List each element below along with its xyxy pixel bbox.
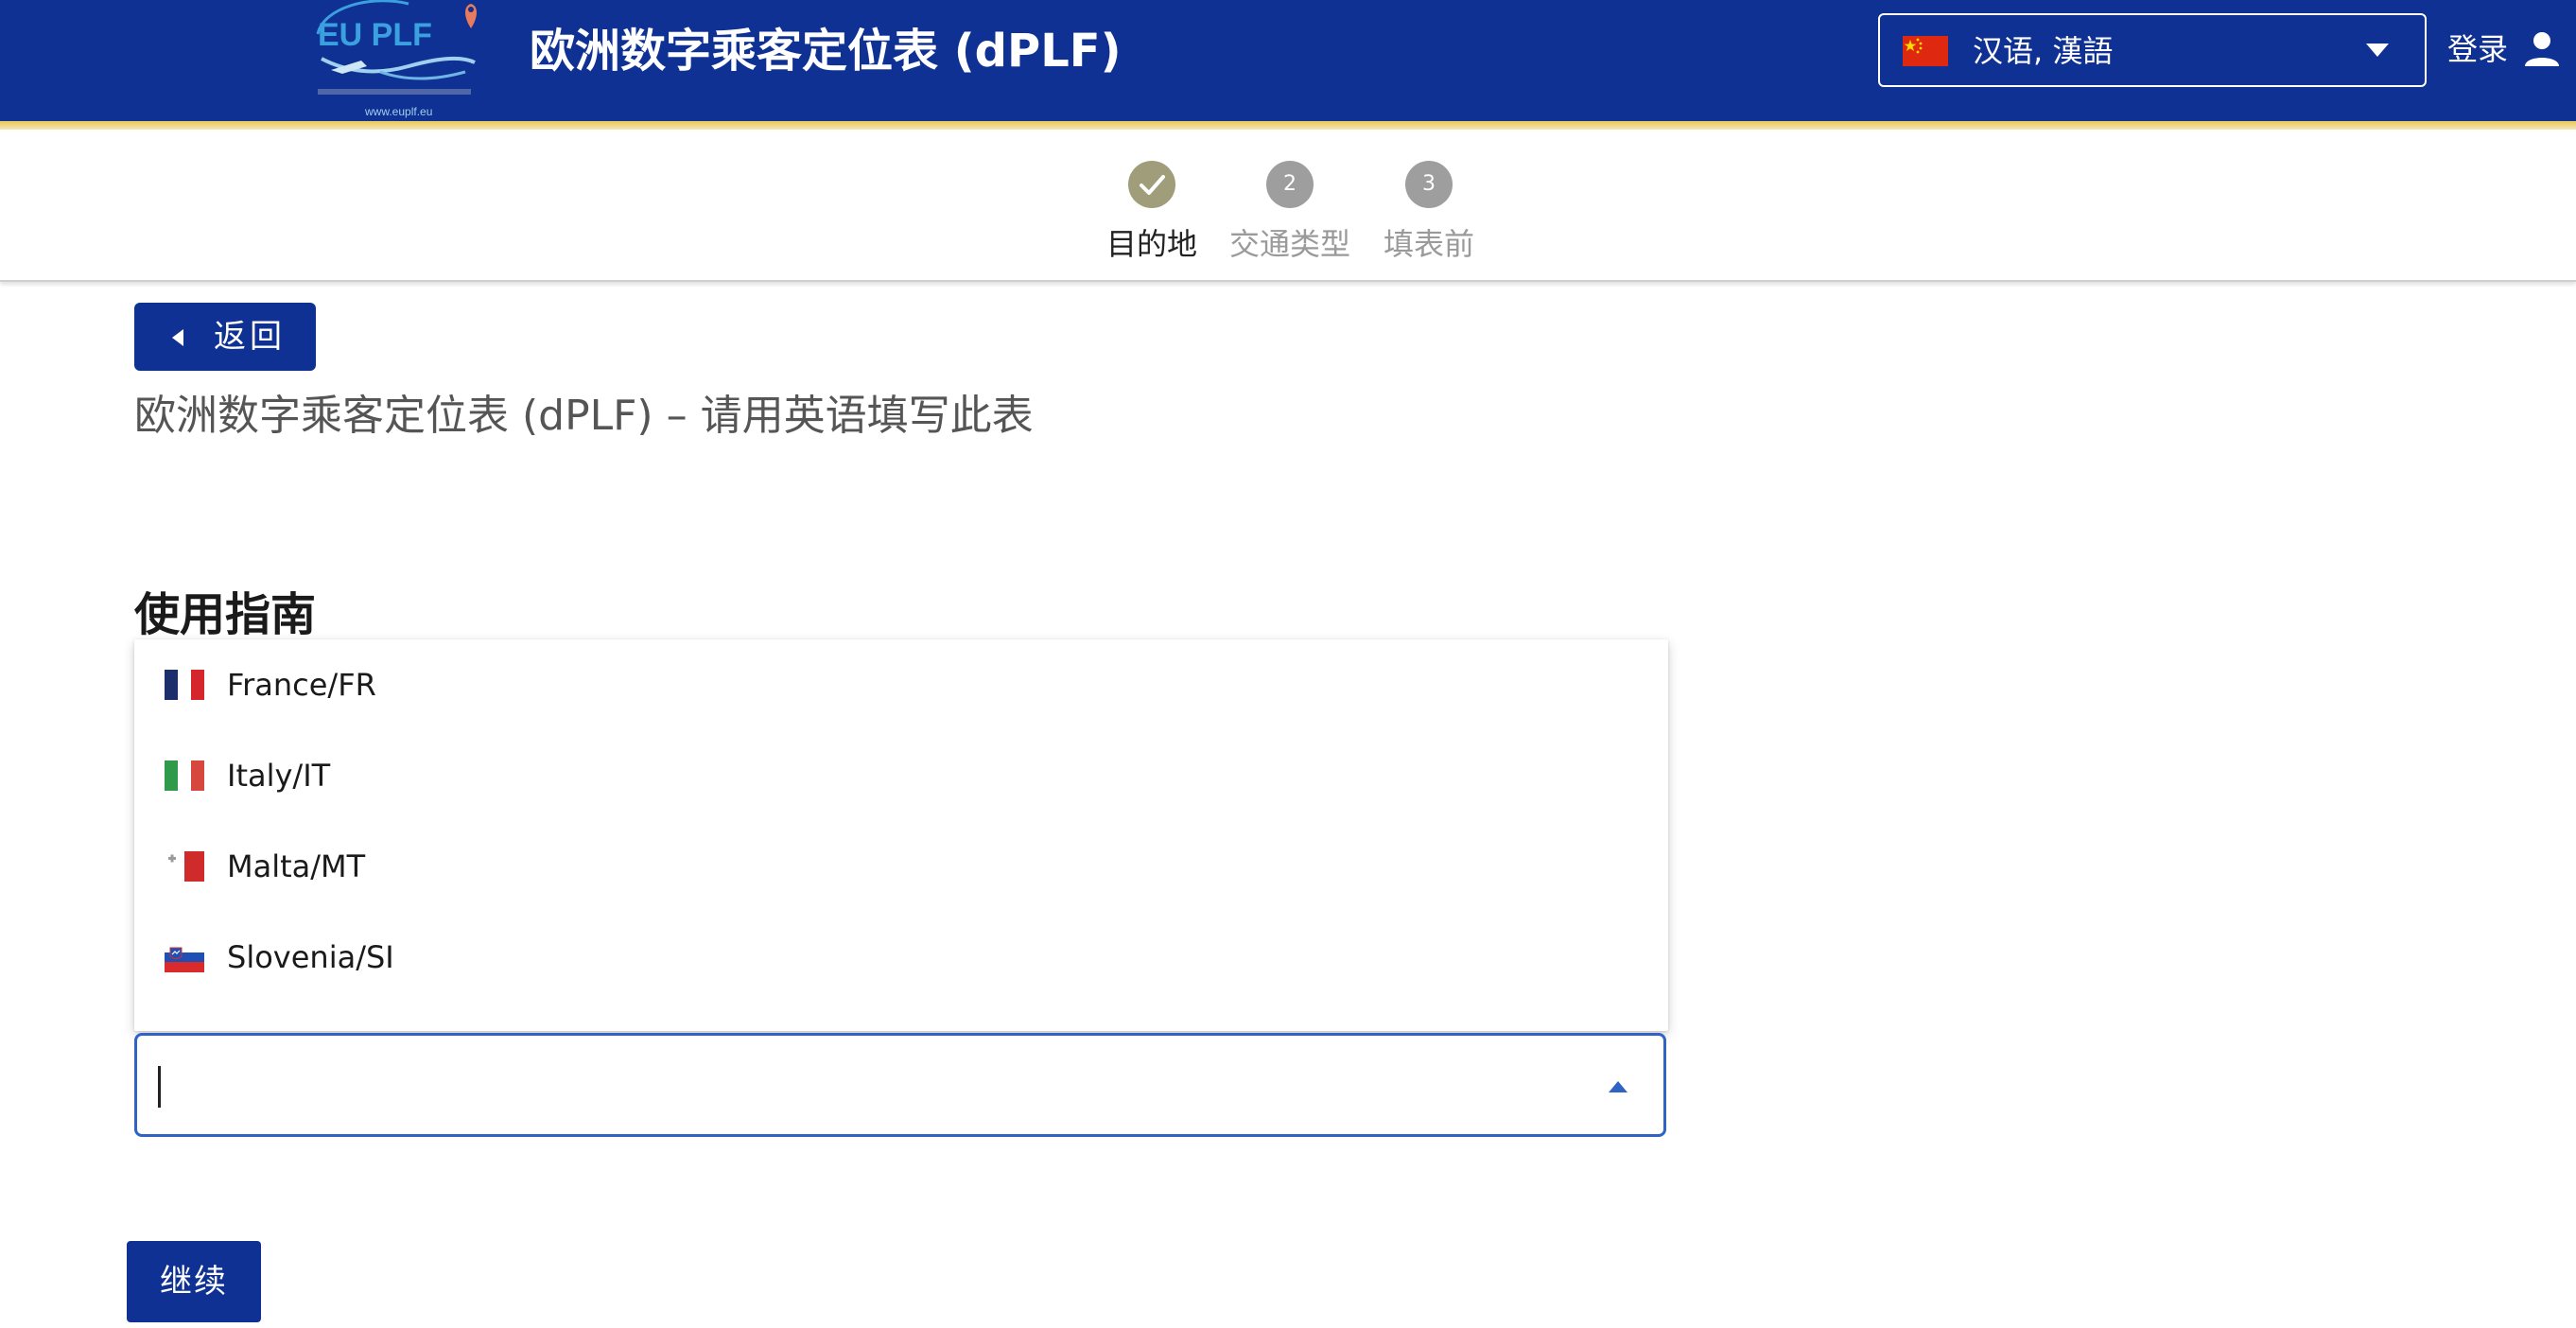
app-root: EU PLF www.euplf.eu 欧洲数字乘客定位表 (dPLF) 汉语,…	[0, 0, 2576, 1328]
country-select-input[interactable]	[134, 1033, 1666, 1137]
step-completed-circle	[1128, 161, 1175, 208]
continue-button-label: 继续	[160, 1263, 228, 1301]
malta-flag-icon	[165, 851, 204, 882]
language-selected-label: 汉语, 漢語	[1973, 33, 2114, 69]
step-transport-type: 2 交通类型	[1219, 161, 1361, 265]
continue-button[interactable]: 继续	[127, 1241, 261, 1322]
slovenia-flag-icon	[165, 942, 204, 972]
section-heading: 使用指南	[134, 588, 317, 641]
step-before-form: 3 填表前	[1358, 161, 1500, 265]
language-select[interactable]: 汉语, 漢語	[1878, 13, 2427, 87]
step-label: 交通类型	[1228, 226, 1350, 262]
china-flag-icon	[1903, 36, 1948, 66]
svg-text:EU PLF: EU PLF	[318, 17, 432, 53]
app-title: 欧洲数字乘客定位表 (dPLF)	[530, 25, 1122, 78]
country-option-slovenia[interactable]: Slovenia/SI	[134, 912, 1668, 1003]
step-number-circle: 2	[1266, 161, 1314, 208]
checkmark-icon	[1140, 175, 1165, 195]
header-accent-stripe	[0, 121, 2576, 130]
svg-text:www.euplf.eu: www.euplf.eu	[364, 105, 432, 118]
country-option-france[interactable]: France/FR	[134, 639, 1668, 730]
progress-stepper: 目的地 2 交通类型 3 填表前	[0, 140, 2576, 282]
back-button[interactable]: 返回	[134, 303, 316, 371]
country-dropdown-menu: France/FR Italy/IT Malta/MT Slovenia/SI	[134, 639, 1668, 1031]
chevron-up-icon[interactable]	[1609, 1081, 1627, 1092]
step-destination: 目的地	[1081, 161, 1223, 265]
chevron-down-icon	[2366, 44, 2389, 57]
step-label: 填表前	[1383, 226, 1474, 262]
step-label: 目的地	[1105, 226, 1197, 262]
back-button-label: 返回	[214, 318, 286, 356]
text-cursor	[158, 1066, 161, 1108]
france-flag-icon	[165, 670, 204, 700]
chevron-left-icon	[172, 329, 183, 346]
country-option-label: France/FR	[227, 667, 376, 703]
country-option-label: Slovenia/SI	[227, 939, 394, 975]
italy-flag-icon	[165, 760, 204, 791]
top-header: EU PLF www.euplf.eu 欧洲数字乘客定位表 (dPLF) 汉语,…	[0, 0, 2576, 121]
page-subtitle: 欧洲数字乘客定位表 (dPLF) – 请用英语填写此表	[134, 392, 1034, 440]
country-option-malta[interactable]: Malta/MT	[134, 821, 1668, 912]
login-link[interactable]: 登录	[2447, 30, 2508, 68]
country-option-italy[interactable]: Italy/IT	[134, 730, 1668, 821]
country-option-label: Malta/MT	[227, 848, 366, 884]
step-number-circle: 3	[1405, 161, 1453, 208]
eu-plf-logo[interactable]: EU PLF www.euplf.eu	[305, 0, 484, 121]
user-icon[interactable]	[2523, 30, 2561, 68]
country-option-label: Italy/IT	[227, 758, 331, 794]
